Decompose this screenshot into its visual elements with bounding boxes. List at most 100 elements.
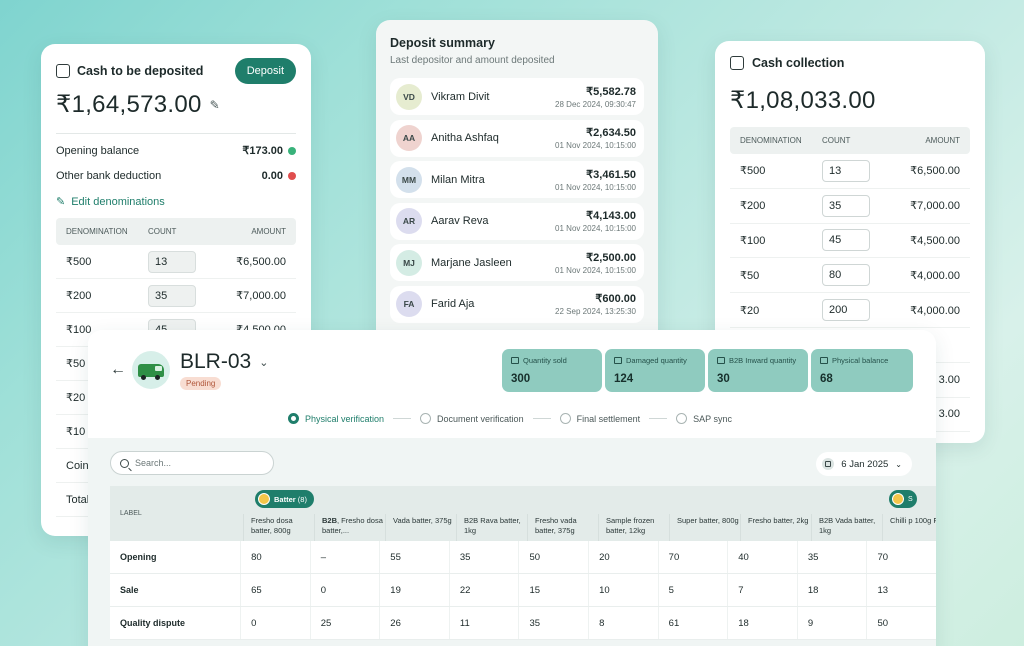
table-cell[interactable]: 35 <box>796 541 867 573</box>
stat-quantity-sold: Quantity sold 300 <box>502 349 602 392</box>
group-count: (8) <box>297 494 307 504</box>
table-cell[interactable]: 9 <box>796 607 867 639</box>
step-label: Final settlement <box>576 413 641 424</box>
deposit-info: ₹600.00 22 Sep 2024, 13:25:30 <box>555 292 636 316</box>
stat-b2b-inward: B2B Inward quantity 30 <box>708 349 808 392</box>
product-column-header: B2B, Fresho dosa batter,... <box>314 514 385 541</box>
deposit-summary-title: Deposit summary <box>390 36 495 50</box>
pencil-icon: ✎ <box>56 196 66 208</box>
search-input[interactable]: Search... <box>110 451 274 475</box>
table-cell[interactable]: 55 <box>379 541 449 573</box>
depositor-name: Aarav Reva <box>431 215 489 228</box>
table-cell[interactable]: 7 <box>727 574 797 606</box>
stat-value: 30 <box>717 373 730 385</box>
table-cell[interactable]: 80 <box>240 541 310 573</box>
bank-deduction-value: 0.00 <box>261 170 283 182</box>
count-cell: 13 <box>822 159 902 182</box>
deposit-amount: ₹600.00 <box>595 293 636 306</box>
step-connector <box>393 418 412 419</box>
edit-amount-icon[interactable]: ✎ <box>210 98 220 112</box>
step-final-settlement[interactable]: Final settlement <box>559 413 641 424</box>
table-cell[interactable]: 10 <box>588 574 658 606</box>
stat-label: Quantity sold <box>523 356 567 365</box>
table-cell[interactable]: 0 <box>309 574 380 606</box>
table-cell[interactable]: 50 <box>518 541 588 573</box>
table-cell[interactable]: 35 <box>448 541 519 573</box>
deposit-date: 01 Nov 2024, 10:15:00 <box>555 141 636 151</box>
product-name: Fresho dosa batter, 800g <box>251 516 293 535</box>
product-column-header: Chilli p 100g F <box>882 514 936 541</box>
inward-icon <box>717 357 725 364</box>
table-cell[interactable]: 61 <box>657 607 728 639</box>
table-cell[interactable]: 50 <box>866 607 936 639</box>
count-input[interactable]: 35 <box>822 194 870 217</box>
depositor-item[interactable]: AR Aarav Reva ₹4,143.00 01 Nov 2024, 10:15:… <box>390 202 644 240</box>
row-label: Quality dispute <box>120 618 186 628</box>
table-cell[interactable]: 19 <box>379 574 449 606</box>
step-document-verification[interactable]: Document verification <box>420 413 524 424</box>
header-denomination: DENOMINATION <box>740 136 802 145</box>
cart-icon <box>511 357 519 364</box>
depositor-name: Farid Aja <box>431 298 475 311</box>
collection-row: ₹20 200 ₹4,000.00 <box>730 293 970 328</box>
table-cell[interactable]: 18 <box>727 607 797 639</box>
deposit-button[interactable]: Deposit <box>234 58 296 84</box>
table-cell[interactable]: 70 <box>657 541 728 573</box>
depositor-item[interactable]: AA Anitha Ashfaq ₹2,634.50 01 Nov 2024, 10:… <box>390 119 644 157</box>
table-cell[interactable]: 8 <box>588 607 658 639</box>
cash-deposit-title-wrap: Cash to be deposited <box>56 64 203 78</box>
deposit-info: ₹2,634.50 01 Nov 2024, 10:15:00 <box>555 126 636 150</box>
depositor-item[interactable]: MJ Marjane Jasleen ₹2,500.00 01 Nov 2024, 1… <box>390 244 644 282</box>
stat-label: Physical balance <box>832 356 889 365</box>
avatar: FA <box>396 291 422 318</box>
table-cell[interactable]: 11 <box>448 607 519 639</box>
table-cell[interactable]: 25 <box>309 607 380 639</box>
deposit-info: ₹3,461.50 01 Nov 2024, 10:15:00 <box>555 168 636 192</box>
table-cell[interactable]: 15 <box>518 574 588 606</box>
table-cell[interactable]: 0 <box>240 607 310 639</box>
table-cell[interactable]: 40 <box>727 541 797 573</box>
count-input[interactable]: 200 <box>822 299 870 322</box>
header-amount: AMOUNT <box>925 136 960 145</box>
step-sap-sync[interactable]: SAP sync <box>676 413 732 424</box>
depositor-item[interactable]: FA Farid Aja ₹600.00 22 Sep 2024, 13:25:30 <box>390 285 644 323</box>
product-name: Chilli p 100g F <box>890 516 936 525</box>
table-cell[interactable]: 5 <box>657 574 728 606</box>
table-row: Quality dispute 0 25 26 11 35 8 61 18 9 50 <box>110 607 936 640</box>
count-input[interactable]: 80 <box>822 264 870 287</box>
edit-denominations-link[interactable]: ✎ Edit denominations <box>56 195 296 209</box>
table-cell[interactable]: 13 <box>866 574 936 606</box>
back-arrow-icon[interactable]: ← <box>110 361 126 379</box>
depositor-item[interactable]: VD Vikram Divit ₹5,582.78 28 Dec 2024, 09:3… <box>390 78 644 115</box>
table-cell[interactable]: 65 <box>240 574 310 606</box>
step-physical-verification[interactable]: Physical verification <box>288 413 384 424</box>
minus-icon <box>288 172 296 180</box>
table-cell[interactable]: 26 <box>379 607 449 639</box>
chevron-down-icon[interactable]: ⌄ <box>259 356 268 369</box>
batter-group-tag[interactable]: Batter (8) <box>255 490 314 508</box>
depositor-item[interactable]: MM Milan Mitra ₹3,461.50 01 Nov 2024, 10:15… <box>390 161 644 199</box>
count-input[interactable]: 13 <box>822 159 870 182</box>
table-cell[interactable]: 22 <box>448 574 519 606</box>
next-group-tag[interactable]: S <box>889 490 917 508</box>
table-cell[interactable]: 20 <box>588 541 658 573</box>
count-input[interactable]: 45 <box>822 229 870 252</box>
collection-row: ₹500 13 ₹6,500.00 <box>730 154 970 189</box>
denomination-value: ₹500 <box>66 256 92 268</box>
count-cell: 35 <box>822 194 902 217</box>
date-picker[interactable]: 6 Jan 2025 ⌄ <box>816 452 912 476</box>
table-cell[interactable]: 70 <box>866 541 936 573</box>
table-cell[interactable]: 18 <box>796 574 867 606</box>
product-column-header: B2B Vada batter, 1kg <box>811 514 882 541</box>
denomination-value: ₹50 <box>740 269 760 282</box>
step-dot <box>676 413 688 424</box>
count-input[interactable]: 35 <box>148 284 196 307</box>
cash-deposit-amount: ₹1,64,573.00 <box>56 91 202 118</box>
deposit-date: 01 Nov 2024, 10:15:00 <box>555 224 636 234</box>
count-input[interactable]: 13 <box>148 250 196 273</box>
cash-deposit-title: Cash to be deposited <box>77 64 204 78</box>
table-cell[interactable]: 35 <box>518 607 588 639</box>
denomination-row: ₹200 35 ₹7,000.00 <box>56 279 296 313</box>
plus-icon <box>288 146 296 155</box>
table-cell[interactable]: – <box>309 541 380 573</box>
